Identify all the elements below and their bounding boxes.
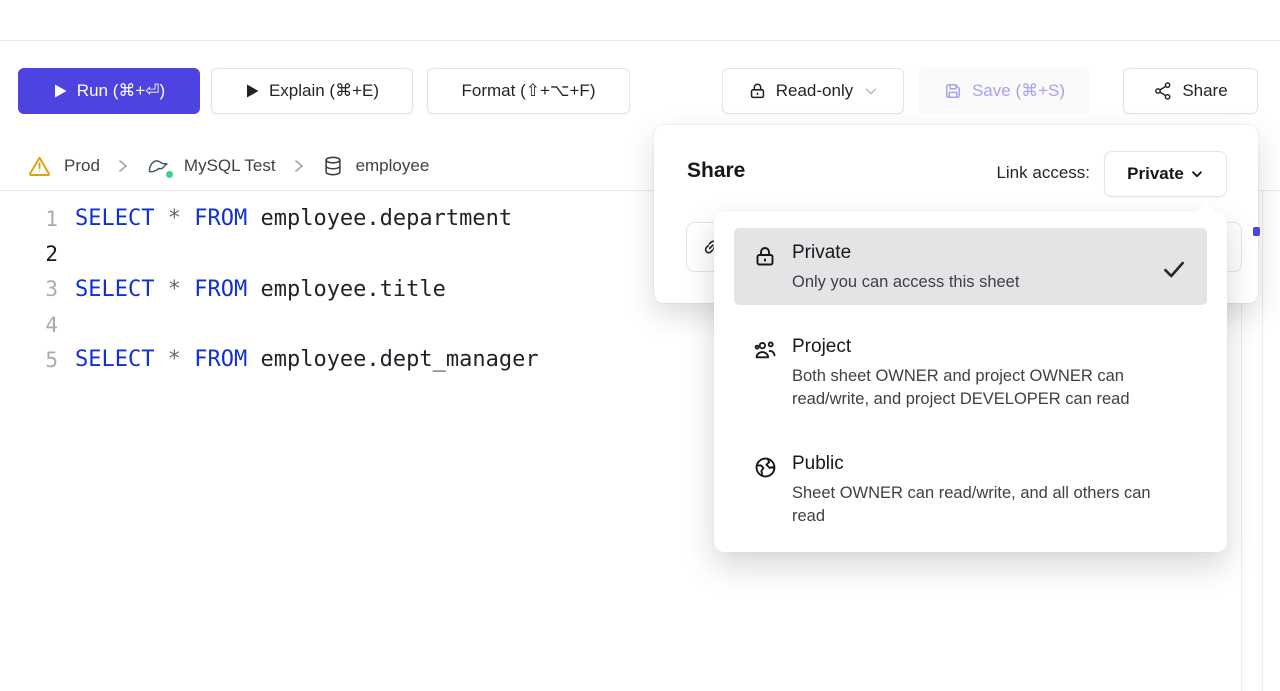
option-title: Project — [792, 336, 1189, 358]
readonly-mode-dropdown[interactable]: Read-only — [722, 68, 904, 114]
run-button-label: Run (⌘+⏎) — [77, 81, 165, 101]
play-icon — [245, 83, 260, 99]
format-button[interactable]: Format (⇧+⌥+F) — [427, 68, 630, 114]
globe-icon — [753, 453, 778, 540]
environment-label: Prod — [64, 156, 100, 176]
check-icon — [1161, 242, 1189, 305]
share-button[interactable]: Share — [1123, 68, 1258, 114]
save-button[interactable]: Save (⌘+S) — [918, 68, 1090, 114]
lock-icon — [753, 242, 778, 305]
menu-item-public[interactable]: Public Sheet OWNER can read/write, and a… — [734, 439, 1207, 540]
breadcrumb-instance[interactable]: MySQL Test — [146, 154, 276, 178]
menu-item-project[interactable]: Project Both sheet OWNER and project OWN… — [734, 322, 1207, 425]
breadcrumb-database[interactable]: employee — [322, 155, 430, 177]
line-number: 3 — [0, 277, 58, 301]
code-text: SELECT * FROM employee.department — [58, 206, 512, 231]
link-access-dropdown[interactable]: Private — [1104, 151, 1227, 197]
save-icon — [943, 81, 963, 101]
line-number: 1 — [0, 207, 58, 231]
share-popover-title: Share — [687, 159, 745, 183]
share-icon — [1153, 81, 1173, 101]
chevron-down-icon — [1190, 167, 1204, 181]
readonly-label: Read-only — [776, 81, 854, 101]
chevron-down-icon — [864, 84, 878, 98]
option-description: Only you can access this sheet — [792, 271, 1147, 294]
code-text: SELECT * FROM employee.title — [58, 277, 446, 302]
option-title: Private — [792, 242, 1147, 264]
warning-icon — [27, 154, 52, 178]
sql-editor-app: Run (⌘+⏎) Explain (⌘+E) Format (⇧+⌥+F) R… — [0, 0, 1280, 691]
explain-button-label: Explain (⌘+E) — [269, 81, 379, 101]
option-description: Sheet OWNER can read/write, and all othe… — [792, 482, 1174, 529]
status-dot — [165, 170, 174, 179]
format-button-label: Format (⇧+⌥+F) — [462, 81, 596, 101]
instance-label: MySQL Test — [184, 156, 276, 176]
line-number: 4 — [0, 313, 58, 337]
option-title: Public — [792, 453, 1189, 475]
save-button-label: Save (⌘+S) — [972, 81, 1065, 101]
chevron-right-icon — [115, 157, 131, 175]
breadcrumb-environment[interactable]: Prod — [27, 154, 100, 178]
link-access-label: Link access: — [996, 163, 1090, 183]
users-icon — [753, 336, 778, 425]
database-icon — [322, 155, 344, 177]
copy-button-edge[interactable] — [1253, 227, 1260, 236]
line-number: 2 — [0, 242, 58, 266]
option-description: Both sheet OWNER and project OWNER can r… — [792, 365, 1174, 412]
lock-icon — [748, 81, 767, 101]
panel-divider — [1262, 191, 1263, 691]
link-access-value: Private — [1127, 164, 1184, 184]
top-strip — [0, 0, 1280, 41]
chevron-right-icon — [291, 157, 307, 175]
line-number: 5 — [0, 348, 58, 372]
menu-item-private[interactable]: Private Only you can access this sheet — [734, 228, 1207, 305]
explain-button[interactable]: Explain (⌘+E) — [211, 68, 413, 114]
run-button[interactable]: Run (⌘+⏎) — [18, 68, 200, 114]
share-button-label: Share — [1182, 81, 1227, 101]
mysql-icon — [146, 154, 172, 178]
code-text: SELECT * FROM employee.dept_manager — [58, 347, 539, 372]
link-access-menu: Private Only you can access this sheet P… — [714, 211, 1227, 552]
database-label: employee — [356, 156, 430, 176]
play-icon — [53, 83, 68, 99]
